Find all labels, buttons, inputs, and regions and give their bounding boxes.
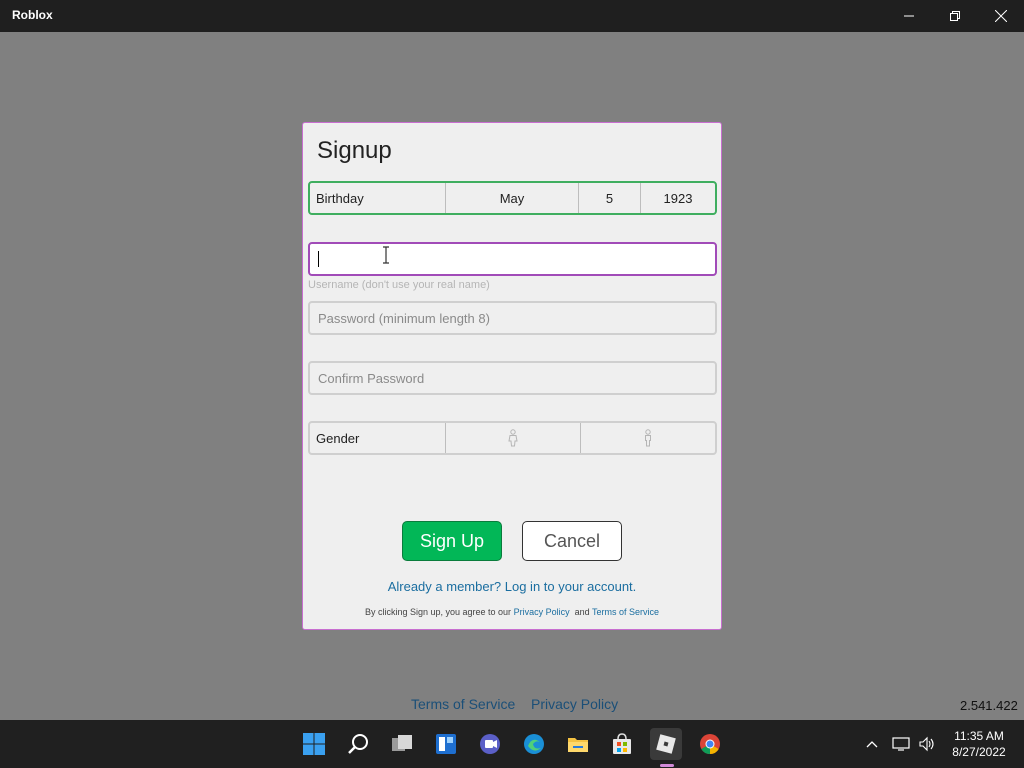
close-icon bbox=[995, 10, 1007, 22]
text-caret bbox=[318, 251, 319, 267]
windows-start-icon[interactable] bbox=[298, 728, 330, 760]
birth-year-select[interactable]: 1923 bbox=[641, 183, 715, 213]
agreement-text: By clicking Sign up, you agree to our Pr… bbox=[303, 607, 721, 617]
footer-terms-link[interactable]: Terms of Service bbox=[411, 696, 515, 712]
cancel-button[interactable]: Cancel bbox=[522, 521, 622, 561]
search-icon[interactable] bbox=[342, 728, 374, 760]
username-field[interactable] bbox=[308, 242, 717, 276]
chrome-icon[interactable] bbox=[694, 728, 726, 760]
password-field[interactable]: Password (minimum length 8) bbox=[308, 301, 717, 335]
terms-of-service-link[interactable]: Terms of Service bbox=[592, 607, 659, 617]
agreement-prefix: By clicking Sign up, you agree to our bbox=[364, 607, 512, 617]
birthday-row: Birthday May 5 1923 bbox=[308, 181, 717, 215]
login-link[interactable]: Already a member? Log in to your account… bbox=[303, 579, 721, 594]
gender-row: Gender bbox=[308, 421, 717, 455]
gender-male-button[interactable] bbox=[446, 423, 581, 453]
gender-label: Gender bbox=[310, 423, 446, 453]
female-icon bbox=[645, 429, 651, 447]
roblox-icon[interactable] bbox=[650, 728, 682, 760]
ibeam-cursor-icon bbox=[383, 246, 389, 264]
gender-female-button[interactable] bbox=[581, 423, 715, 453]
store-icon[interactable] bbox=[606, 728, 638, 760]
taskbar-clock[interactable]: 11:35 AM 8/27/2022 bbox=[944, 728, 1014, 760]
teams-chat-icon[interactable] bbox=[474, 728, 506, 760]
task-view-icon[interactable] bbox=[386, 728, 418, 760]
tray-overflow-icon[interactable] bbox=[864, 720, 880, 768]
restore-button[interactable] bbox=[932, 0, 978, 32]
confirm-password-field[interactable]: Confirm Password bbox=[308, 361, 717, 395]
birth-day-select[interactable]: 5 bbox=[579, 183, 641, 213]
sign-up-button[interactable]: Sign Up bbox=[402, 521, 502, 561]
username-hint: Username (don't use your real name) bbox=[308, 279, 490, 291]
close-button[interactable] bbox=[978, 0, 1024, 32]
birth-month-select[interactable]: May bbox=[446, 183, 579, 213]
taskbar: 11:35 AM 8/27/2022 bbox=[0, 720, 1024, 768]
minimize-button[interactable] bbox=[886, 0, 932, 32]
version-label: 2.541.422 bbox=[960, 698, 1018, 713]
file-explorer-icon[interactable] bbox=[562, 728, 594, 760]
network-icon[interactable] bbox=[892, 720, 910, 768]
footer-privacy-link[interactable]: Privacy Policy bbox=[531, 696, 618, 712]
clock-time: 11:35 AM bbox=[954, 729, 1004, 743]
volume-icon[interactable] bbox=[918, 720, 936, 768]
dialog-title: Signup bbox=[317, 137, 392, 164]
agreement-and: and bbox=[574, 607, 590, 617]
minimize-icon bbox=[904, 15, 914, 17]
widgets-icon[interactable] bbox=[430, 728, 462, 760]
window-title: Roblox bbox=[12, 8, 53, 22]
clock-date: 8/27/2022 bbox=[952, 745, 1006, 759]
birthday-label: Birthday bbox=[310, 183, 446, 213]
active-app-indicator bbox=[660, 764, 674, 767]
window-titlebar: Roblox bbox=[0, 0, 1024, 32]
edge-icon[interactable] bbox=[518, 728, 550, 760]
restore-icon bbox=[950, 11, 960, 21]
privacy-policy-link[interactable]: Privacy Policy bbox=[514, 607, 570, 617]
male-icon bbox=[508, 429, 518, 447]
signup-dialog: Signup Birthday May 5 1923 Username (don… bbox=[302, 122, 722, 630]
